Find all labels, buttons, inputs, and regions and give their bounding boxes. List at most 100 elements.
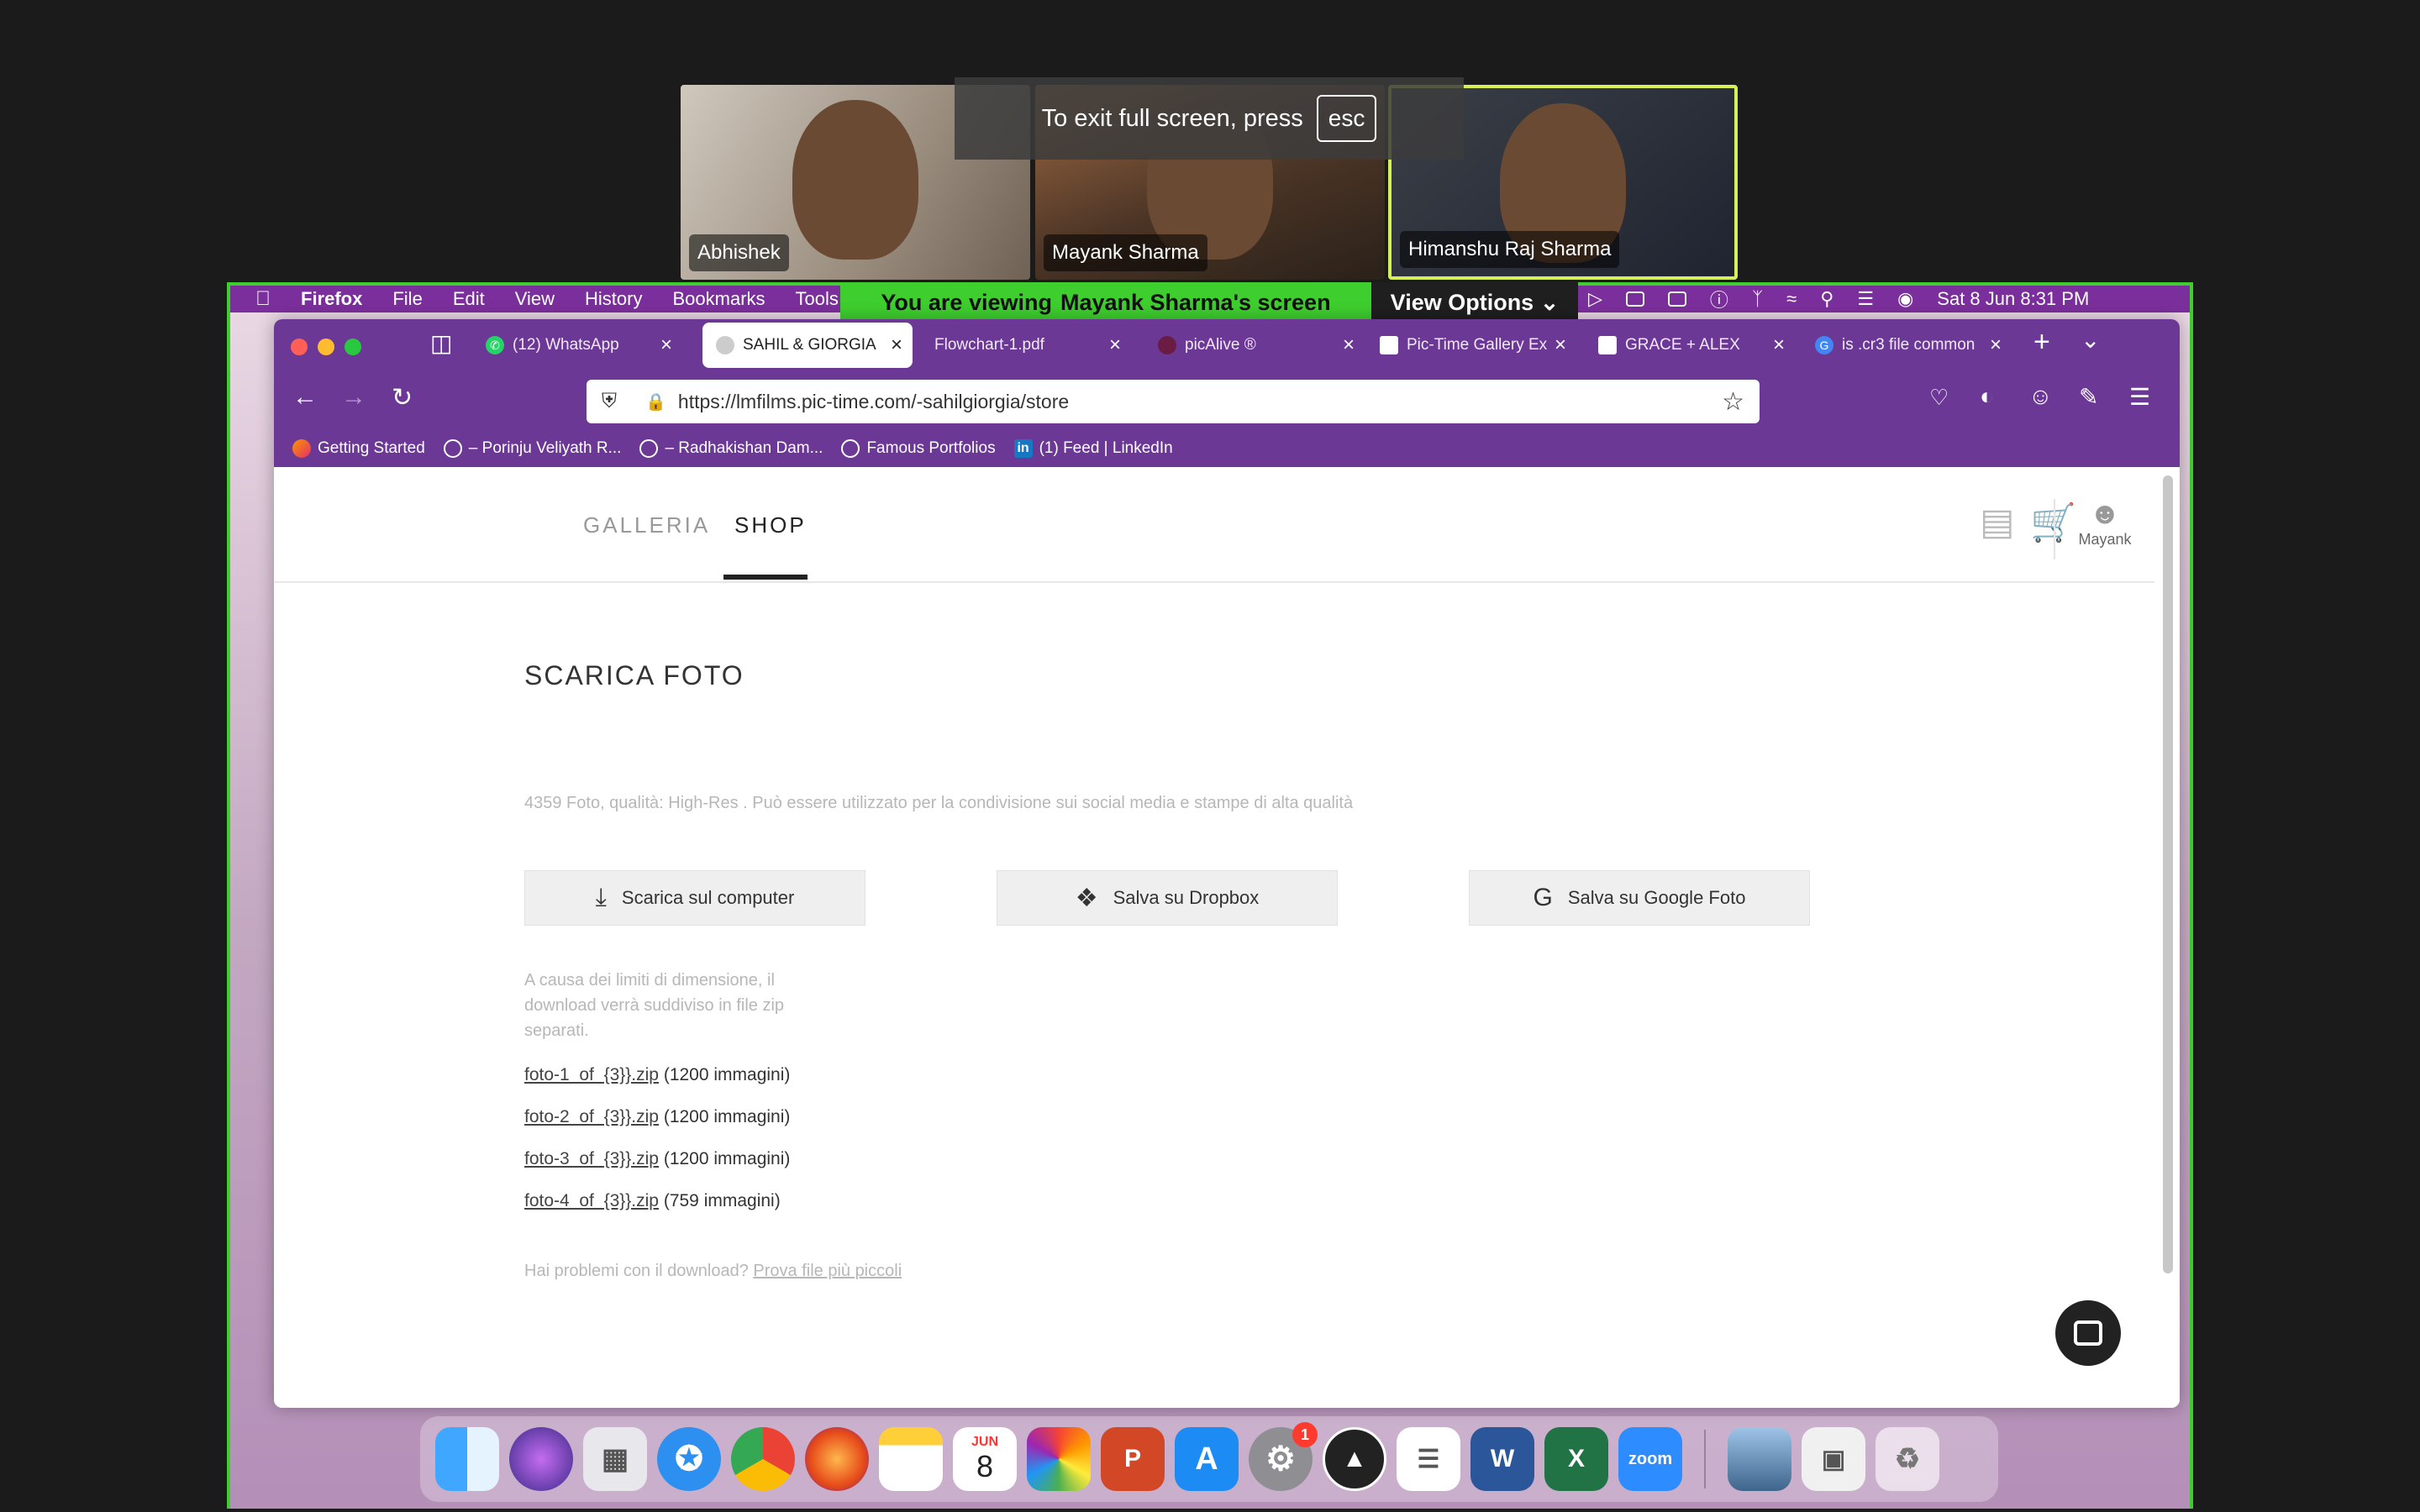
save-dropbox-button[interactable]: ❖ Salva su Dropbox [997, 870, 1338, 926]
archive-icon[interactable]: ▣ [1802, 1427, 1865, 1491]
account-icon[interactable]: ☺ [2028, 383, 2053, 410]
zip-link[interactable]: foto-2_of_{3}}.zip [524, 1107, 659, 1126]
menu-file[interactable]: File [392, 288, 422, 310]
menu-edit[interactable]: Edit [453, 288, 485, 310]
tab-whatsapp[interactable]: ✆ (12) WhatsApp × [472, 323, 682, 368]
safari-icon[interactable]: ✪ [657, 1427, 721, 1491]
save-google-photos-button[interactable]: G Salva su Google Foto [1469, 870, 1810, 926]
tab-overview-icon[interactable]: ◫ [430, 329, 452, 357]
close-icon[interactable]: × [1555, 333, 1566, 357]
close-icon[interactable]: × [891, 333, 902, 357]
minimize-window-icon[interactable] [318, 339, 334, 355]
bookmark-radhakishan[interactable]: – Radhakishan Dam... [639, 439, 823, 458]
trash-icon[interactable]: ♻ [1876, 1427, 1939, 1491]
close-icon[interactable]: × [1343, 333, 1355, 357]
new-tab-icon[interactable]: + [2033, 326, 2050, 359]
system-preferences-icon[interactable]: ⚙ 1 [1249, 1422, 1318, 1491]
notes-icon[interactable] [879, 1427, 943, 1491]
shield-icon[interactable]: ⛨ [602, 390, 617, 413]
finder-icon[interactable] [435, 1427, 499, 1491]
notification-badge: 1 [1292, 1422, 1318, 1447]
menu-app-name[interactable]: Firefox [301, 288, 362, 310]
tab-picalive[interactable]: picAlive ® × [1144, 323, 1365, 368]
menu-history[interactable]: History [585, 288, 642, 310]
close-icon[interactable]: × [1109, 333, 1121, 357]
close-icon[interactable]: × [660, 333, 672, 357]
calendar-icon[interactable]: JUN 8 [953, 1427, 1017, 1491]
excel-icon[interactable]: X [1544, 1427, 1608, 1491]
menubar-status-area: ▷ ⓘ ᛉ ≈ ⚲ ☰ ◉ Sat 8 Jun 8:31 PM [1588, 286, 2089, 312]
url-bar[interactable]: ⛨ 🔒 https://lmfilms.pic-time.com/-sahilg… [587, 380, 1760, 423]
bookmark-famous-portfolios[interactable]: Famous Portfolios [841, 439, 996, 458]
preview-icon[interactable] [1728, 1427, 1791, 1491]
bookmark-linkedin[interactable]: in (1) Feed | LinkedIn [1013, 439, 1173, 458]
reload-icon[interactable]: ↻ [392, 383, 413, 412]
url-text[interactable]: https://lmfilms.pic-time.com/-sahilgiorg… [678, 391, 1069, 413]
firefox-icon[interactable] [805, 1427, 869, 1491]
fullscreen-message: To exit full screen, press [1041, 104, 1303, 132]
tab-pictime-gallery[interactable]: Pic-Time Gallery Ex × [1366, 323, 1576, 368]
maximize-window-icon[interactable] [345, 339, 361, 355]
tab-flowchart[interactable]: Flowchart-1.pdf × [921, 323, 1131, 368]
bookmark-porinju[interactable]: – Porinju Veliyath R... [443, 439, 621, 458]
chrome-icon[interactable] [731, 1427, 795, 1491]
nav-galleria[interactable]: GALLERIA [583, 512, 710, 538]
menu-tools[interactable]: Tools [796, 288, 839, 310]
pocket-icon[interactable]: ♡ [1929, 385, 1949, 411]
user-icon: ☻ [2089, 496, 2121, 530]
search-icon[interactable]: ⚲ [1820, 288, 1833, 310]
menubar-clock[interactable]: Sat 8 Jun 8:31 PM [1937, 288, 2089, 310]
reminders-icon[interactable]: ☰ [1397, 1427, 1460, 1491]
tab-list-icon[interactable]: ⌄ [2081, 326, 2100, 354]
photos-icon[interactable] [1027, 1427, 1091, 1491]
globe-icon [639, 439, 659, 458]
bookmark-star-icon[interactable]: ☆ [1722, 387, 1744, 417]
zip-item: foto-1_of_{3}}.zip (1200 immagini) [524, 1065, 1953, 1085]
pictime-icon [716, 336, 734, 354]
bookmark-getting-started[interactable]: Getting Started [292, 439, 425, 458]
zoom-icon[interactable]: zoom [1618, 1427, 1682, 1491]
menu-icon[interactable]: ☰ [2129, 383, 2150, 411]
clipboard-icon[interactable]: ▤ [1980, 501, 2015, 543]
smaller-files-link[interactable]: Prova file più piccoli [753, 1262, 902, 1280]
lock-icon[interactable]: 🔒 [645, 391, 666, 412]
menu-bookmarks[interactable]: Bookmarks [672, 288, 765, 310]
zip-link[interactable]: foto-1_of_{3}}.zip [524, 1065, 659, 1084]
user-menu[interactable]: ☻ Mayank [2067, 496, 2143, 549]
download-computer-button[interactable]: ⤓ Scarica sul computer [524, 870, 865, 926]
nav-shop[interactable]: SHOP [734, 512, 807, 538]
airplay-icon[interactable] [1625, 291, 1644, 307]
tab-sahil-giorgia[interactable]: SAHIL & GIORGIA × [702, 323, 913, 368]
play-icon[interactable]: ▷ [1588, 288, 1602, 310]
info-icon[interactable]: ⓘ [1710, 286, 1728, 312]
app-store-icon[interactable]: A [1175, 1427, 1239, 1491]
sync-icon[interactable]: ◐ [1980, 383, 1994, 410]
close-window-icon[interactable] [291, 339, 308, 355]
extensions-icon[interactable]: ✎ [2079, 383, 2098, 411]
view-options-button[interactable]: View Options ⌄ [1371, 282, 1578, 323]
page-scrollbar[interactable] [2163, 475, 2173, 1273]
zip-link[interactable]: foto-4_of_{3}}.zip [524, 1191, 659, 1210]
control-center-icon[interactable]: ☰ [1857, 288, 1874, 310]
back-icon[interactable]: ← [292, 383, 318, 412]
menu-view[interactable]: View [515, 288, 555, 310]
close-icon[interactable]: × [1773, 333, 1785, 357]
chat-widget-button[interactable] [2055, 1300, 2121, 1366]
zip-link[interactable]: foto-3_of_{3}}.zip [524, 1149, 659, 1168]
tab-grace-alex[interactable]: GRACE + ALEX × [1585, 323, 1795, 368]
globe-icon [841, 439, 860, 458]
launchpad-icon[interactable]: ▦ [583, 1427, 647, 1491]
screen-share-icon[interactable]: ▲ [1323, 1427, 1386, 1491]
apple-icon[interactable]:  [255, 287, 271, 311]
wifi-icon[interactable]: ≈ [1786, 288, 1797, 310]
siri-icon[interactable]: ◉ [1897, 288, 1913, 310]
battery-icon[interactable] [1667, 291, 1686, 307]
tab-label: GRACE + ALEX [1625, 336, 1740, 354]
powerpoint-icon[interactable]: P [1101, 1427, 1165, 1491]
siri-icon[interactable] [509, 1427, 573, 1491]
bluetooth-icon[interactable]: ᛉ [1752, 288, 1763, 310]
close-icon[interactable]: × [1990, 333, 2002, 357]
word-icon[interactable]: W [1470, 1427, 1534, 1491]
forward-icon[interactable]: → [341, 383, 366, 412]
tab-google-search[interactable]: G is .cr3 file common × [1802, 323, 2012, 368]
